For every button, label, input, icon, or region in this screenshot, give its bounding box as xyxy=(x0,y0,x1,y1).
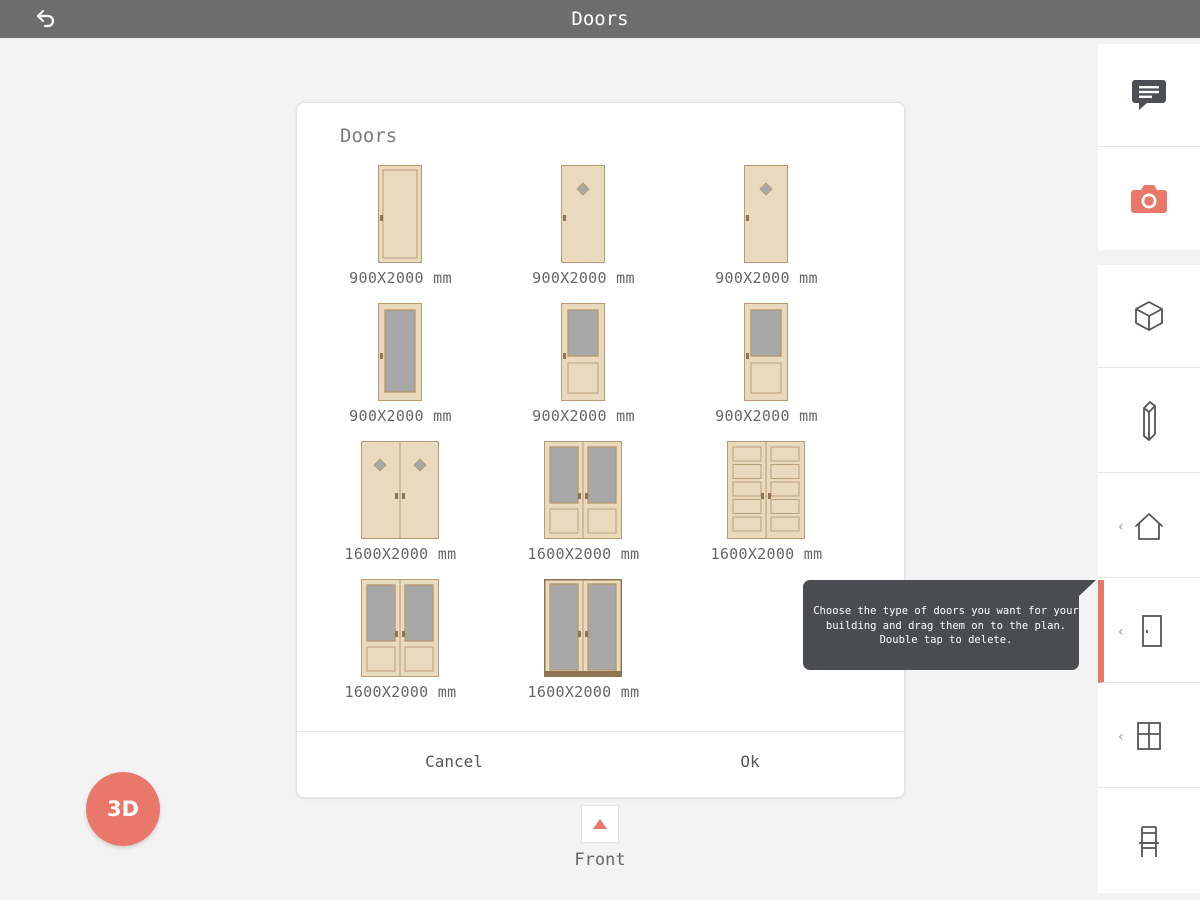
door-option[interactable]: 1600X2000 mm xyxy=(309,441,492,571)
door-thumbnail xyxy=(744,303,788,401)
door-option[interactable]: 900X2000 mm xyxy=(309,303,492,433)
door-size-label: 1600X2000 mm xyxy=(344,683,457,701)
chevron-left-icon: ‹ xyxy=(1118,624,1124,640)
sidebar-item-doors[interactable]: ‹ xyxy=(1098,580,1200,683)
door-option[interactable]: 1600X2000 mm xyxy=(309,579,492,709)
door-thumbnail xyxy=(378,303,422,401)
door-size-label: 1600X2000 mm xyxy=(344,545,457,563)
door-size-label: 900X2000 mm xyxy=(715,407,818,425)
back-arrow-icon xyxy=(36,9,55,28)
top-bar: Doors xyxy=(0,0,1200,38)
door-size-label: 1600X2000 mm xyxy=(527,683,640,701)
sidebar-item-3d-object[interactable] xyxy=(1098,265,1200,368)
front-view-label: Front xyxy=(574,850,626,870)
door-thumbnail xyxy=(361,579,439,677)
door-option[interactable]: 900X2000 mm xyxy=(492,303,675,433)
front-view-button[interactable] xyxy=(581,805,619,843)
door-thumbnail xyxy=(561,165,605,263)
doors-dialog: Doors 900X2000 mm 900X2000 mm 900X2000 mm 9… xyxy=(296,102,905,798)
camera-icon xyxy=(1131,184,1167,213)
door-size-label: 900X2000 mm xyxy=(532,269,635,287)
sidebar-item-windows[interactable]: ‹ xyxy=(1098,685,1200,788)
door-size-label: 1600X2000 mm xyxy=(527,545,640,563)
house-icon xyxy=(1135,513,1163,540)
door-option[interactable]: 1600X2000 mm xyxy=(492,441,675,571)
door-thumbnail xyxy=(744,165,788,263)
sidebar-item-wall[interactable] xyxy=(1098,370,1200,473)
chat-bubble-icon xyxy=(1132,80,1166,110)
sidebar-item-furniture[interactable] xyxy=(1098,790,1200,893)
chevron-left-icon: ‹ xyxy=(1118,729,1124,745)
window-icon xyxy=(1137,722,1161,750)
dialog-title: Doors xyxy=(340,125,398,147)
back-button[interactable] xyxy=(30,4,62,34)
chevron-left-icon: ‹ xyxy=(1118,519,1124,535)
door-option[interactable]: 900X2000 mm xyxy=(309,165,492,295)
door-option[interactable]: 900X2000 mm xyxy=(675,303,858,433)
sidebar-item-chat[interactable] xyxy=(1098,44,1200,147)
cube-icon xyxy=(1135,301,1163,331)
page-title: Doors xyxy=(571,8,629,30)
door-size-label: 1600X2000 mm xyxy=(710,545,823,563)
door-size-label: 900X2000 mm xyxy=(532,407,635,425)
tooltip-text: Choose the type of doors you want for yo… xyxy=(813,605,1079,646)
triangle-up-icon xyxy=(593,819,607,829)
door-thumbnail xyxy=(361,441,439,539)
door-thumbnail xyxy=(544,441,622,539)
door-option[interactable]: 900X2000 mm xyxy=(492,165,675,295)
sidebar-top-group xyxy=(1098,44,1200,250)
chair-icon xyxy=(1139,825,1159,857)
door-option[interactable]: 900X2000 mm xyxy=(675,165,858,295)
3d-view-button[interactable]: 3D xyxy=(86,772,160,846)
door-thumbnail xyxy=(378,165,422,263)
sidebar-item-house[interactable]: ‹ xyxy=(1098,475,1200,578)
door-size-label: 900X2000 mm xyxy=(349,269,452,287)
sidebar-tools-group: ‹ ‹ ‹ xyxy=(1098,265,1200,893)
doors-tooltip: Choose the type of doors you want for yo… xyxy=(803,580,1096,670)
ok-button[interactable]: Ok xyxy=(630,732,870,798)
door-thumbnail xyxy=(544,579,622,677)
door-size-label: 900X2000 mm xyxy=(349,407,452,425)
door-option[interactable]: 1600X2000 mm xyxy=(492,579,675,709)
cancel-button[interactable]: Cancel xyxy=(334,732,574,798)
dialog-footer: Cancel Ok xyxy=(297,731,904,797)
door-thumbnail xyxy=(561,303,605,401)
sidebar-item-camera[interactable] xyxy=(1098,147,1200,250)
wall-icon xyxy=(1143,401,1156,441)
door-size-label: 900X2000 mm xyxy=(715,269,818,287)
door-icon xyxy=(1142,615,1162,647)
door-option[interactable]: 1600X2000 mm xyxy=(675,441,858,571)
door-thumbnail xyxy=(727,441,805,539)
